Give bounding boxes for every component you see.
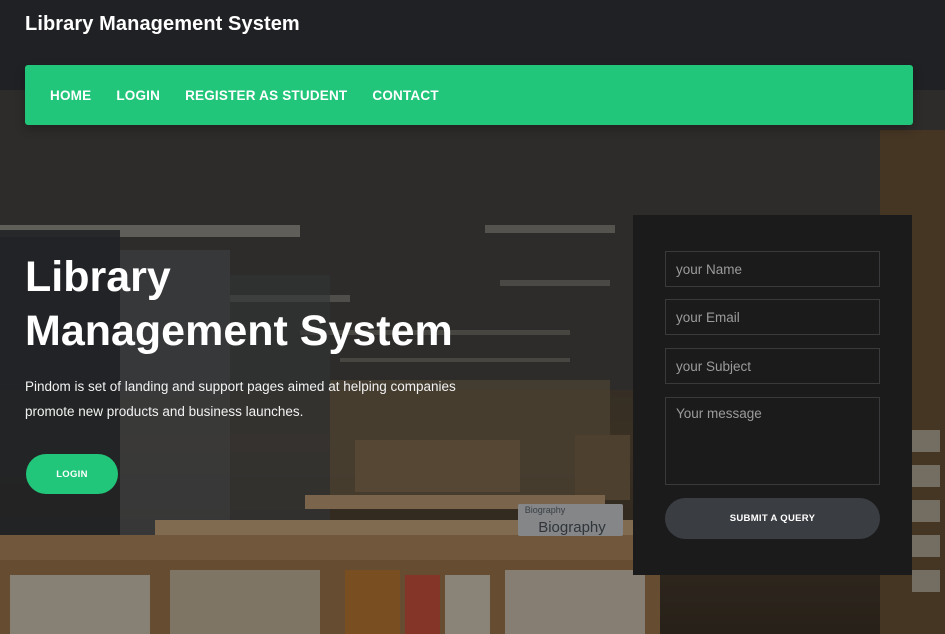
hero-title-line1: Library	[25, 253, 171, 301]
nav-item-login[interactable]: LOGIN	[116, 88, 160, 103]
nav-item-home[interactable]: HOME	[50, 88, 91, 103]
hero-login-button[interactable]: LOGIN	[26, 454, 118, 494]
name-input[interactable]	[665, 251, 880, 287]
hero-description: Pindom is set of landing and support pag…	[25, 379, 456, 419]
submit-query-button[interactable]: SUBMIT A QUERY	[665, 498, 880, 539]
nav-item-register-student[interactable]: REGISTER AS STUDENT	[185, 88, 347, 103]
main-nav: HOME LOGIN REGISTER AS STUDENT CONTACT	[25, 65, 913, 125]
hero-title: Library Management System	[25, 250, 585, 358]
subject-input[interactable]	[665, 348, 880, 384]
hero-title-line2: Management System	[25, 307, 453, 355]
nav-item-contact[interactable]: CONTACT	[372, 88, 438, 103]
site-brand[interactable]: Library Management System	[25, 13, 300, 36]
contact-form-panel: SUBMIT A QUERY	[633, 215, 912, 575]
email-input[interactable]	[665, 299, 880, 335]
message-textarea[interactable]	[665, 397, 880, 485]
